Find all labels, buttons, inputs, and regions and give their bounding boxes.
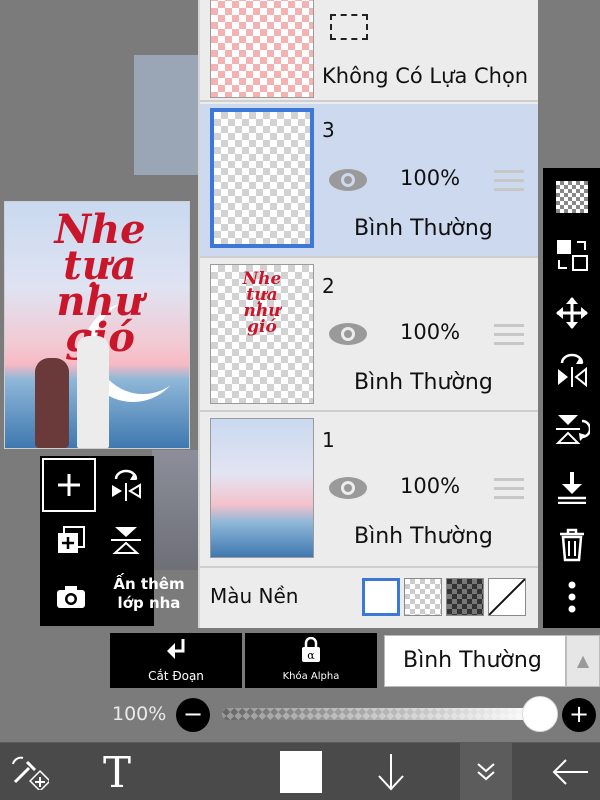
layer-thumbnail-1	[210, 418, 314, 558]
transparency-button[interactable]	[543, 168, 600, 226]
duplicate-icon	[58, 526, 85, 553]
flip-vertical-layer-button[interactable]	[102, 516, 150, 564]
eye-icon[interactable]	[328, 322, 368, 346]
blend-mode-select[interactable]: Bình Thường	[384, 635, 566, 687]
flip-horizontal-icon	[557, 353, 587, 388]
bg-white-swatch[interactable]	[362, 578, 400, 616]
rotate-layer-button[interactable]	[102, 462, 150, 510]
layer-opacity: 100%	[400, 320, 461, 344]
minus-icon: −	[182, 700, 204, 728]
hint-line-2: lớp nha	[117, 594, 181, 612]
arrow-down-icon	[378, 754, 404, 791]
flip-rotate-icon	[112, 469, 141, 501]
figure-man	[77, 336, 109, 448]
clipping-label: Cắt Đoạn	[148, 669, 204, 683]
swap-icon	[556, 240, 588, 271]
drag-handle-icon[interactable]	[494, 170, 524, 197]
back-icon	[552, 759, 588, 785]
plus-icon: +	[568, 700, 590, 728]
layer-row-1[interactable]: 1 100% Bình Thường	[200, 414, 538, 568]
selection-layer-row[interactable]: Không Có Lựa Chọn	[200, 0, 538, 102]
layer-number: 1	[322, 428, 335, 452]
selection-thumbnail	[210, 0, 314, 98]
more-options-button[interactable]	[543, 568, 600, 626]
checker-icon	[555, 181, 588, 213]
layer-thumbnail-2: Nhe tựa như gió	[210, 264, 314, 404]
color-swatch-icon	[280, 751, 322, 793]
layer-thumbnail-3	[210, 108, 314, 248]
add-layer-hint: Ấn thêm lớp nha	[104, 575, 194, 613]
flip-vertical-icon	[111, 527, 141, 554]
blend-mode-dropdown-button[interactable]: ▲	[566, 635, 600, 687]
canvas-backdrop	[134, 55, 200, 175]
back-button[interactable]	[540, 743, 600, 800]
opacity-slider-row: 100% − +	[0, 696, 600, 736]
triangle-up-icon: ▲	[576, 651, 590, 670]
transform-icon	[12, 756, 49, 790]
opacity-value: 100%	[112, 703, 167, 725]
artwork-title: Nhe tựa như gió	[54, 206, 146, 358]
background-color-label: Màu Nền	[210, 584, 299, 608]
layer-row-3[interactable]: 3 100% Bình Thường	[200, 104, 538, 258]
move-button[interactable]	[543, 284, 600, 342]
figure-woman	[35, 358, 69, 448]
add-layer-button[interactable]	[42, 458, 96, 512]
opacity-decrease-button[interactable]: −	[176, 698, 210, 732]
layer-number: 2	[322, 274, 335, 298]
opacity-increase-button[interactable]: +	[562, 698, 596, 732]
selection-marquee-icon	[330, 14, 368, 40]
camera-button[interactable]	[46, 572, 96, 622]
bg-none-swatch[interactable]	[488, 578, 526, 616]
flip-horizontal-button[interactable]	[543, 342, 600, 400]
move-icon	[555, 297, 588, 329]
canvas-backdrop-lower	[152, 450, 202, 570]
merge-down-button[interactable]	[543, 458, 600, 516]
layer-opacity: 100%	[400, 166, 461, 190]
opacity-slider-track[interactable]	[222, 708, 542, 720]
hint-line-1: Ấn thêm	[113, 575, 185, 593]
layer-down-button[interactable]	[362, 743, 420, 800]
flip-vertical-icon	[555, 415, 590, 444]
layer-number: 3	[322, 118, 335, 142]
collapse-icon	[477, 763, 495, 781]
layer-panel: Không Có Lựa Chọn 3 100% Bình Thường Nhe…	[198, 0, 538, 628]
bg-transparent-dark-swatch[interactable]	[446, 578, 484, 616]
alpha-lock-label: Khóa Alpha	[282, 671, 340, 682]
layer-blend-mode: Bình Thường	[354, 524, 493, 549]
alpha-lock-button[interactable]: α Khóa Alpha	[245, 633, 377, 688]
opacity-slider-knob[interactable]	[522, 696, 558, 732]
more-icon	[568, 581, 575, 613]
layer-actions-toolbar	[543, 168, 600, 628]
flip-vertical-button[interactable]	[543, 400, 600, 458]
thumbnail-title-text: Nhe tựa như gió	[242, 269, 282, 337]
drag-handle-icon[interactable]	[494, 478, 524, 505]
clipping-button[interactable]: Cắt Đoạn	[110, 633, 242, 688]
swap-layer-button[interactable]	[543, 226, 600, 284]
drag-handle-icon[interactable]	[494, 324, 524, 351]
bg-transparent-light-swatch[interactable]	[404, 578, 442, 616]
layer-blend-mode: Bình Thường	[354, 370, 493, 395]
lock-icon: α	[302, 636, 320, 662]
canvas-preview[interactable]: Nhe tựa như gió	[4, 201, 190, 449]
camera-icon	[57, 586, 85, 608]
trash-icon	[559, 528, 584, 562]
layer-blend-mode: Bình Thường	[354, 216, 493, 241]
duplicate-layer-button[interactable]	[46, 516, 96, 564]
text-tool-button[interactable]: T	[88, 743, 146, 800]
layer-opacity: 100%	[400, 474, 461, 498]
background-color-row: Màu Nền	[200, 570, 538, 626]
eye-icon[interactable]	[328, 168, 368, 192]
color-swatch-button[interactable]	[272, 743, 330, 800]
delete-layer-button[interactable]	[543, 516, 600, 574]
transform-tool-button[interactable]	[0, 743, 58, 800]
collapse-panel-button[interactable]	[460, 743, 512, 800]
layer-row-2[interactable]: Nhe tựa như gió 2 100% Bình Thường	[200, 260, 538, 412]
no-selection-label: Không Có Lựa Chọn	[322, 64, 529, 88]
plus-icon	[58, 474, 80, 496]
svg-text:α: α	[307, 649, 315, 662]
bottom-toolbar: T	[0, 742, 600, 800]
merge-down-icon	[557, 472, 586, 504]
clip-arrow-icon	[167, 639, 185, 659]
eye-icon[interactable]	[328, 476, 368, 500]
